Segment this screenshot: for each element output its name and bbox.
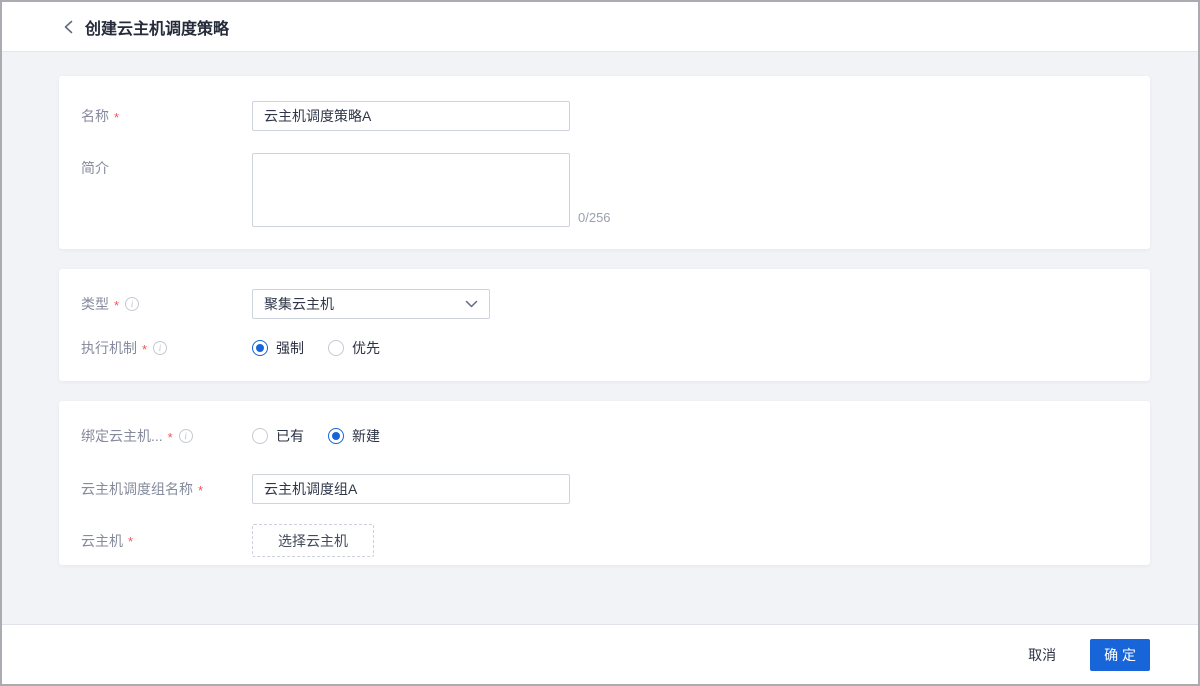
name-label: 名称 <box>81 106 109 126</box>
page-header: 创建云主机调度策略 <box>2 2 1198 52</box>
info-icon[interactable]: i <box>153 341 167 355</box>
type-select[interactable]: 聚集云主机 <box>252 289 490 319</box>
bind-radio-group: 已有 新建 <box>252 421 380 451</box>
group-name-label-col: 云主机调度组名称 * <box>81 474 252 504</box>
host-label-col: 云主机 * <box>81 524 252 557</box>
basic-info-card: 名称 * 简介 0/256 <box>59 76 1150 249</box>
page-title: 创建云主机调度策略 <box>85 15 229 39</box>
group-name-field-row: 云主机调度组名称 * <box>81 474 1150 504</box>
required-mark: * <box>142 342 147 357</box>
required-mark: * <box>128 534 133 549</box>
mechanism-label: 执行机制 <box>81 338 137 358</box>
intro-field-row: 简介 0/256 <box>81 153 1150 227</box>
bind-label: 绑定云主机... <box>81 426 163 446</box>
intro-label-col: 简介 <box>81 153 252 183</box>
confirm-button[interactable]: 确 定 <box>1090 639 1150 671</box>
char-counter: 0/256 <box>578 210 611 227</box>
mechanism-radio-group: 强制 优先 <box>252 338 380 358</box>
radio-unselected-icon <box>328 340 344 356</box>
info-icon[interactable]: i <box>125 297 139 311</box>
select-host-button[interactable]: 选择云主机 <box>252 524 374 557</box>
radio-selected-icon <box>252 340 268 356</box>
required-mark: * <box>168 430 173 445</box>
name-field-row: 名称 * <box>81 101 1150 131</box>
intro-textarea[interactable] <box>252 153 570 227</box>
back-button[interactable] <box>59 18 77 36</box>
bind-group-card: 绑定云主机... * i 已有 新建 云主机调度组名 <box>59 401 1150 565</box>
radio-force[interactable]: 强制 <box>252 338 304 358</box>
cancel-button[interactable]: 取消 <box>1020 639 1064 671</box>
radio-new-label: 新建 <box>352 426 380 446</box>
create-scheduling-policy-page: 创建云主机调度策略 名称 * 简介 0/256 <box>0 0 1200 686</box>
mechanism-label-col: 执行机制 * i <box>81 338 252 358</box>
type-label-col: 类型 * i <box>81 289 252 319</box>
radio-new[interactable]: 新建 <box>328 426 380 446</box>
required-mark: * <box>114 298 119 313</box>
radio-unselected-icon <box>252 428 268 444</box>
chevron-down-icon <box>465 300 478 308</box>
radio-existing-label: 已有 <box>276 426 304 446</box>
form-content: 名称 * 简介 0/256 类型 * i <box>2 52 1198 624</box>
type-label: 类型 <box>81 294 109 314</box>
intro-textarea-wrap: 0/256 <box>252 153 611 227</box>
required-mark: * <box>198 483 203 498</box>
info-icon[interactable]: i <box>179 429 193 443</box>
radio-force-label: 强制 <box>276 338 304 358</box>
host-label: 云主机 <box>81 531 123 551</box>
type-select-value: 聚集云主机 <box>264 294 334 314</box>
mechanism-field-row: 执行机制 * i 强制 优先 <box>81 338 1150 358</box>
name-input[interactable] <box>252 101 570 131</box>
radio-selected-icon <box>328 428 344 444</box>
name-label-col: 名称 * <box>81 101 252 131</box>
required-mark: * <box>114 110 119 125</box>
group-name-input[interactable] <box>252 474 570 504</box>
bind-field-row: 绑定云主机... * i 已有 新建 <box>81 421 1150 451</box>
bind-label-col: 绑定云主机... * i <box>81 421 252 451</box>
intro-label: 简介 <box>81 158 109 178</box>
host-field-row: 云主机 * 选择云主机 <box>81 524 1150 557</box>
group-name-label: 云主机调度组名称 <box>81 479 193 499</box>
footer-bar: 取消 确 定 <box>2 624 1198 684</box>
radio-priority-label: 优先 <box>352 338 380 358</box>
type-field-row: 类型 * i 聚集云主机 <box>81 289 1150 319</box>
type-card: 类型 * i 聚集云主机 执行机制 * i <box>59 269 1150 381</box>
radio-existing[interactable]: 已有 <box>252 426 304 446</box>
radio-priority[interactable]: 优先 <box>328 338 380 358</box>
chevron-left-icon <box>63 20 74 34</box>
